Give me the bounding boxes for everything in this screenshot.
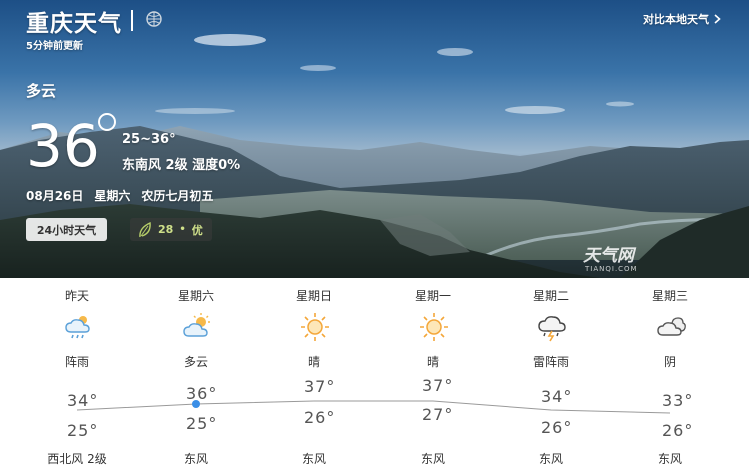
high-temperature-label: 34° (541, 387, 572, 406)
aqi-value: 28 (158, 223, 174, 236)
wind-humidity: 东南风 2级 湿度0% (122, 158, 241, 173)
high-temperature-label: 37° (304, 377, 335, 396)
high-temperature-trend-line (76, 400, 671, 414)
high-temperature-label: 37° (422, 376, 453, 395)
low-temperature-label: 26° (541, 418, 572, 437)
hourly-weather-button[interactable]: 24小时天气 (26, 218, 107, 241)
weather-hero: 重庆天气 5分钟前更新 对比本地天气 多云 36 25~36° 东南风 2级 湿… (0, 0, 749, 278)
aqi-level: 优 (191, 223, 203, 237)
lunar-date: 农历七月初五 (141, 189, 214, 203)
temperature-range: 25~36° (122, 132, 176, 147)
title-divider (131, 10, 133, 31)
current-date: 08月26日 (26, 189, 84, 203)
temperature-trend: 34° 36° 37° 37° 34° 33° 25° 25° 26° 27° … (67, 376, 693, 440)
leaf-icon (139, 221, 151, 237)
current-temperature: 36 (26, 112, 100, 180)
update-time: 5分钟前更新 (26, 41, 83, 52)
watermark-domain: TIANQI.COM (584, 265, 638, 273)
high-temperature-label: 34° (67, 391, 98, 410)
low-temperature-label: 26° (304, 408, 335, 427)
city-title: 重庆天气 (26, 11, 122, 37)
current-condition: 多云 (26, 82, 57, 100)
degree-symbol (98, 113, 116, 131)
six-day-forecast: 昨天 阵雨 西北风 2级 星期六 多云 东风 星期日 晴 东风 星期一 晴 东风… (0, 278, 749, 475)
tianqi-watermark-logo: 天气网 TIANQI.COM (583, 246, 638, 273)
low-temperature-label: 25° (67, 421, 98, 440)
low-temperature-label: 27° (422, 405, 453, 424)
high-temperature-label: 36° (186, 384, 217, 403)
date-row: 08月26日 星期六 农历七月初五 (26, 187, 213, 204)
compare-local-weather-label: 对比本地天气 (643, 13, 709, 26)
mountain-landscape-background (0, 34, 749, 278)
compare-local-weather-link[interactable]: 对比本地天气 (643, 11, 721, 27)
high-temperature-label: 33° (662, 391, 693, 410)
air-quality-badge[interactable]: 28 • 优 (130, 218, 212, 241)
current-weekday: 星期六 (94, 189, 131, 203)
low-temperature-label: 25° (186, 414, 217, 433)
aqi-separator-dot: • (179, 224, 186, 235)
globe-icon[interactable] (146, 11, 162, 27)
low-temperature-label: 26° (662, 421, 693, 440)
watermark-brand: 天气网 (583, 246, 637, 266)
chevron-right-icon (714, 14, 721, 24)
